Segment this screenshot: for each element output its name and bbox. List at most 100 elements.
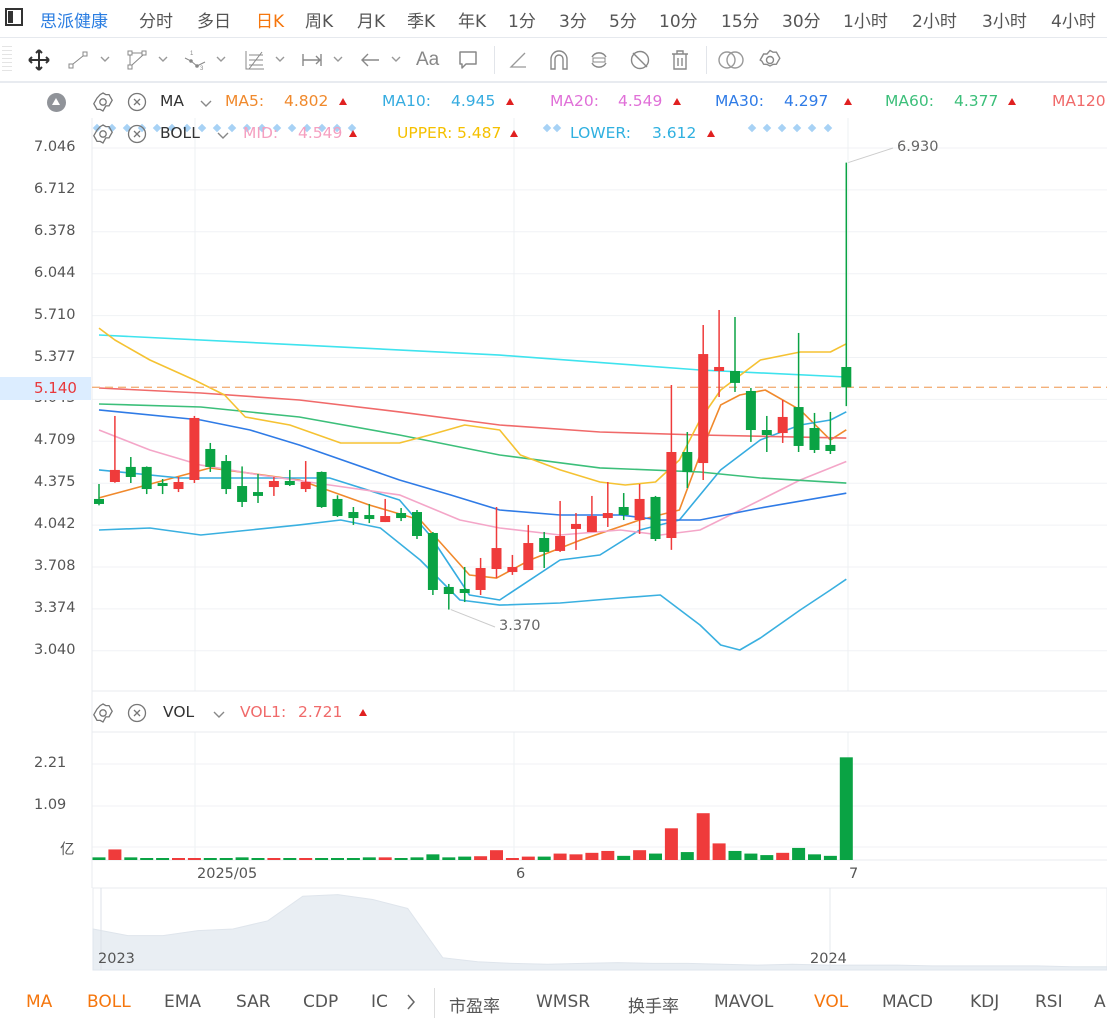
candle-body: [189, 417, 200, 480]
settings-icon[interactable]: [93, 92, 113, 112]
max-leader-line: [848, 147, 894, 164]
ma-legend-label: MA5:: [225, 92, 265, 110]
candle-body: [205, 448, 216, 467]
indicator-tab-macd[interactable]: MACD: [882, 992, 933, 1012]
indicator-tab-kdj[interactable]: KDJ: [970, 992, 999, 1012]
collapse-icon[interactable]: [47, 93, 66, 112]
current-price-label: 5.140: [34, 379, 77, 397]
candle-body: [109, 469, 120, 483]
candle-body: [618, 506, 629, 516]
price-axis-tick: 5.377: [34, 348, 76, 365]
indicator-tab-boll[interactable]: BOLL: [87, 992, 131, 1012]
candle-body: [459, 588, 470, 594]
indicator-tab-ema[interactable]: EMA: [164, 992, 201, 1012]
candle-body: [475, 568, 486, 590]
ma-legend-label: MA30:: [715, 92, 764, 110]
boll-legend-value: 4.549: [298, 124, 343, 142]
volume-bar: [283, 858, 297, 860]
volume-bar: [108, 849, 122, 860]
volume-bar: [664, 828, 678, 860]
close-icon[interactable]: [127, 92, 147, 112]
volume-bar: [553, 853, 567, 860]
volume-bar: [219, 858, 233, 860]
candle-body: [793, 407, 804, 446]
marker-diamond: [777, 123, 787, 133]
candle-body: [94, 498, 104, 504]
close-icon[interactable]: [127, 124, 147, 144]
candle-body: [316, 471, 327, 507]
candle-body: [221, 461, 232, 490]
marker-diamond: [762, 123, 772, 133]
indicator-tab-sar[interactable]: SAR: [236, 992, 271, 1012]
candle-body: [539, 538, 550, 552]
indicator-line-ma5: [98, 389, 847, 579]
indicator-tab-ma[interactable]: MA: [26, 992, 52, 1012]
marker-diamond: [792, 123, 802, 133]
volume-bar: [521, 856, 535, 860]
candle-body: [666, 451, 677, 539]
chevron-right-icon[interactable]: [405, 993, 417, 1011]
volume-bar: [537, 856, 551, 860]
marker-diamond: [823, 123, 833, 133]
close-icon[interactable]: [127, 703, 147, 723]
boll-legend-value: 5.487: [457, 124, 502, 142]
candle-body: [157, 483, 168, 487]
boll-legend-label: MID:: [243, 124, 279, 142]
volume-bar: [823, 855, 837, 860]
price-axis-tick: 5.710: [34, 306, 76, 323]
time-axis-tick: 2025/05: [197, 866, 258, 882]
boll-indicator-name: BOLL: [160, 124, 200, 142]
chevron-down-icon[interactable]: [196, 93, 216, 113]
indicator-line-ma60: [98, 403, 847, 484]
candle-body: [141, 466, 152, 490]
candle-body: [777, 416, 788, 434]
volume-bar: [378, 857, 392, 860]
volume-bar: [346, 858, 360, 860]
indicator-tab-turnover[interactable]: 换手率: [628, 992, 679, 1017]
indicator-line-ma10: [98, 411, 847, 601]
price-axis-tick: 3.708: [34, 558, 76, 574]
candle-body: [507, 567, 518, 573]
kline-chart[interactable]: [0, 0, 1107, 1027]
up-triangle-icon: [673, 98, 681, 105]
volume-bar: [808, 854, 821, 860]
indicator-tab-pe[interactable]: 市盈率: [449, 992, 500, 1017]
indicator-tab-more[interactable]: A: [1094, 992, 1106, 1012]
vol-legend-value: 2.721: [298, 703, 343, 721]
volume-bar: [442, 857, 456, 860]
volume-bar: [251, 858, 265, 860]
settings-icon[interactable]: [93, 124, 113, 144]
marker-diamond: [807, 123, 817, 133]
volume-bar: [474, 856, 488, 860]
indicator-tab-ic[interactable]: IC: [371, 992, 388, 1012]
volume-bar: [124, 857, 138, 860]
indicator-tab-wmsr[interactable]: WMSR: [536, 992, 590, 1012]
volume-bar: [585, 852, 599, 860]
marker-diamond: [287, 123, 297, 133]
volume-bar: [680, 852, 694, 860]
ma-legend-value: 4.945: [451, 92, 496, 110]
volume-bar: [203, 858, 217, 860]
up-triangle-icon: [506, 98, 514, 105]
volume-bar: [601, 850, 615, 860]
candle-body: [253, 492, 263, 496]
settings-icon[interactable]: [93, 703, 113, 723]
ma-legend-value: 4.297: [784, 92, 829, 110]
marker-diamond: [747, 123, 757, 133]
candle-body: [284, 480, 295, 486]
chevron-down-icon[interactable]: [209, 704, 229, 724]
candle-body: [523, 543, 534, 571]
chevron-down-icon[interactable]: [213, 125, 233, 145]
volume-bar: [394, 858, 408, 860]
indicator-line-ma20: [98, 429, 847, 536]
indicator-tab-rsi[interactable]: RSI: [1035, 992, 1063, 1012]
price-axis-tick: 4.709: [34, 432, 76, 449]
ma-indicator-name: MA: [160, 92, 184, 110]
volume-bar: [362, 857, 376, 860]
candle-body: [300, 482, 311, 490]
min-leader-line: [450, 609, 496, 628]
indicator-tab-vol[interactable]: VOL: [814, 992, 848, 1012]
candle-body: [396, 513, 407, 519]
indicator-tab-mavol[interactable]: MAVOL: [714, 992, 773, 1012]
indicator-tab-cdp[interactable]: CDP: [303, 992, 338, 1012]
